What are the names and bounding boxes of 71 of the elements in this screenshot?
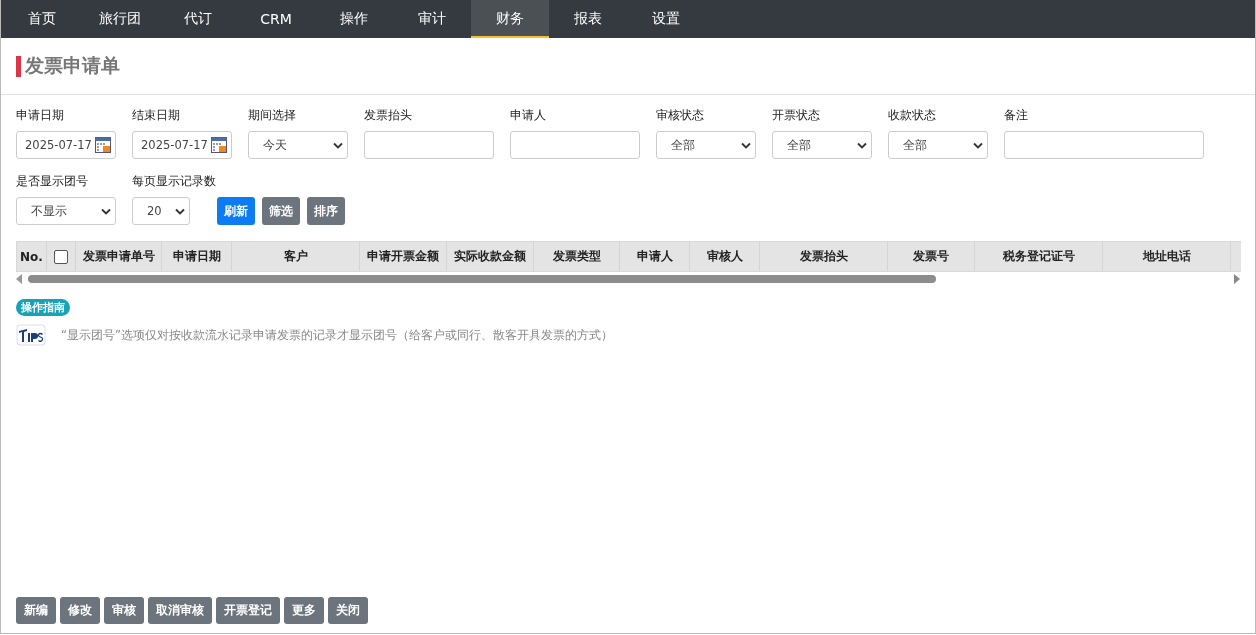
title-accent-bar: [16, 55, 21, 77]
chevron-down-icon: [857, 141, 867, 149]
column-header: 地址电话: [1142, 248, 1191, 265]
action-button[interactable]: 更多: [284, 597, 324, 624]
action-button[interactable]: 修改: [60, 597, 100, 624]
action-button[interactable]: 审核: [104, 597, 144, 624]
horizontal-scrollbar[interactable]: [16, 272, 1240, 286]
input-field[interactable]: [510, 131, 640, 159]
column-header: 客户: [283, 248, 308, 265]
tip-text: “显示团号”选项仅对按收款流水记录申请发票的记录才显示团号（给客户或同行、散客开具发票的方式）: [61, 327, 613, 343]
nav-tab[interactable]: 审计: [393, 0, 471, 38]
chevron-down-icon: [101, 207, 111, 215]
column-header: 申请人: [636, 248, 673, 265]
date-field[interactable]: 2025-07-17: [16, 131, 116, 159]
dropdown[interactable]: 不显示: [16, 197, 116, 225]
nav-tab[interactable]: 代订: [159, 0, 237, 38]
chevron-down-icon: [333, 141, 343, 149]
column-header: 税务登记证号: [1002, 248, 1075, 265]
field-label: 申请人: [510, 107, 546, 124]
scroll-left-icon[interactable]: [16, 274, 22, 284]
field-label: 期间选择: [248, 107, 296, 124]
field-label: 申请日期: [16, 107, 64, 124]
nav-tab[interactable]: 操作: [315, 0, 393, 38]
input-field[interactable]: [364, 131, 494, 159]
chevron-down-icon: [973, 141, 983, 149]
page-title: 发票申请单: [25, 53, 120, 78]
refresh-button[interactable]: 刷新: [217, 197, 255, 225]
column-header: 审核人: [706, 248, 743, 265]
action-button[interactable]: 取消审核: [148, 597, 212, 624]
nav-tab[interactable]: CRM: [237, 0, 315, 38]
field-label: 发票抬头: [364, 107, 412, 124]
field-label: 结束日期: [132, 107, 180, 124]
nav-tab[interactable]: 设置: [627, 0, 705, 38]
nav-tab[interactable]: 财务: [471, 0, 549, 38]
field-label: 是否显示团号: [16, 173, 88, 190]
filter-button[interactable]: 排序: [307, 197, 345, 225]
scroll-right-icon[interactable]: [1234, 274, 1240, 284]
chevron-down-icon: [175, 207, 185, 215]
dropdown[interactable]: 全部: [888, 131, 988, 159]
column-header: 发票申请单号: [82, 248, 155, 265]
column-header: 发票抬头: [799, 248, 848, 265]
input-field[interactable]: [1004, 131, 1204, 159]
column-header: 申请开票金额: [367, 248, 439, 265]
dropdown[interactable]: 20: [132, 197, 190, 225]
date-field[interactable]: 2025-07-17: [132, 131, 232, 159]
column-header: No.: [20, 249, 43, 264]
column-header: 发票类型: [552, 248, 601, 265]
field-label: 开票状态: [772, 107, 820, 124]
column-header: 发票号: [913, 248, 949, 265]
field-label: 备注: [1004, 107, 1028, 124]
nav-tab[interactable]: 首页: [3, 0, 81, 38]
calendar-icon[interactable]: [95, 137, 111, 153]
field-label: 每页显示记录数: [132, 173, 216, 190]
field-label: 收款状态: [888, 107, 936, 124]
action-button[interactable]: 关闭: [328, 597, 368, 624]
action-button[interactable]: 开票登记: [216, 597, 280, 624]
nav-tab[interactable]: 报表: [549, 0, 627, 38]
dropdown[interactable]: 今天: [248, 131, 348, 159]
calendar-icon[interactable]: [211, 137, 227, 153]
filter-button[interactable]: 筛选: [262, 197, 300, 225]
guide-badge: 操作指南: [16, 299, 70, 316]
field-label: 审核状态: [656, 107, 704, 124]
select-all-checkbox[interactable]: [54, 249, 68, 264]
nav-tab[interactable]: 旅行团: [81, 0, 159, 38]
action-button[interactable]: 新编: [16, 597, 56, 624]
column-header: 实际收款金额: [454, 248, 526, 265]
column-header: 申请日期: [172, 248, 221, 265]
chevron-down-icon: [741, 141, 751, 149]
dropdown[interactable]: 全部: [772, 131, 872, 159]
tips-icon: [16, 323, 46, 347]
dropdown[interactable]: 全部: [656, 131, 756, 159]
